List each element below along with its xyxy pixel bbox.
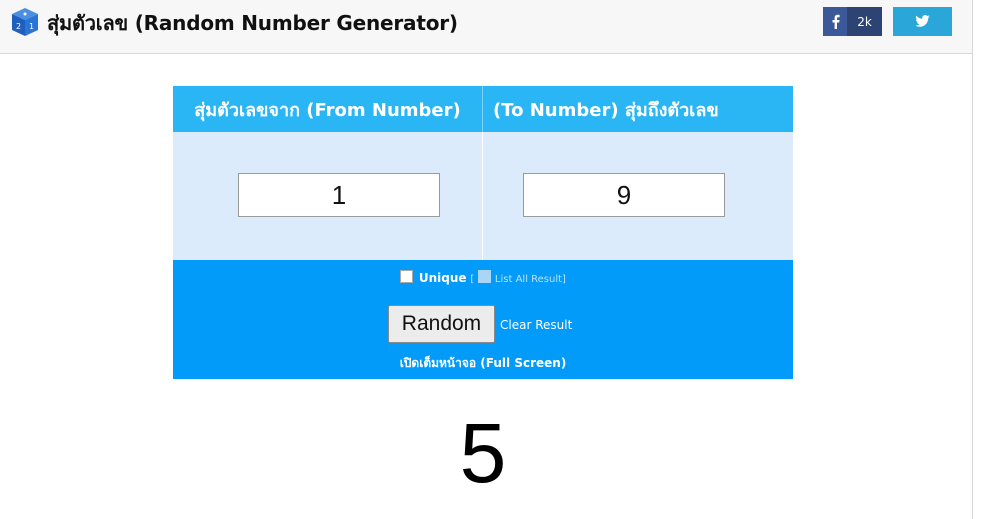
result-number: 5 (459, 406, 507, 500)
to-number-label: (To Number) สุ่มถึงตัวเลข (493, 99, 719, 121)
options-line: Unique [ List All Result] (173, 270, 793, 285)
list-all-checkbox[interactable] (478, 270, 492, 283)
list-all-bracket: [ (470, 274, 475, 285)
to-number-input[interactable] (523, 173, 725, 217)
label-row: สุ่มตัวเลขจาก (From Number) (To Number) … (173, 86, 793, 132)
twitter-share-button[interactable] (893, 7, 952, 36)
unique-label: Unique (418, 271, 467, 285)
page: 2 1 สุ่มตัวเลข (Random Number Generator)… (0, 0, 973, 519)
facebook-icon (823, 7, 847, 36)
clear-result-link[interactable]: Clear Result (500, 318, 572, 332)
unique-checkbox[interactable] (400, 270, 414, 283)
from-number-input[interactable] (238, 173, 440, 217)
random-button[interactable]: Random (388, 305, 495, 343)
twitter-icon (915, 12, 930, 31)
list-all-label: List All Result] (494, 274, 566, 285)
svg-text:2: 2 (16, 22, 21, 31)
dice-icon: 2 1 (10, 7, 40, 37)
page-title: สุ่มตัวเลข (Random Number Generator) (47, 11, 458, 35)
header-bar: 2 1 สุ่มตัวเลข (Random Number Generator)… (0, 0, 972, 54)
facebook-share-button[interactable]: 2k (823, 7, 882, 36)
column-divider (482, 132, 483, 260)
button-row: Random Clear Result (173, 305, 793, 345)
from-number-label: สุ่มตัวเลขจาก (From Number) (173, 86, 483, 132)
controls-bar: Unique [ List All Result] Random Clear R… (173, 260, 793, 379)
full-screen-link[interactable]: เปิดเต็มหน้าจอ (Full Screen) (173, 354, 793, 373)
svg-text:1: 1 (29, 22, 34, 31)
share-count: 2k (847, 7, 882, 36)
